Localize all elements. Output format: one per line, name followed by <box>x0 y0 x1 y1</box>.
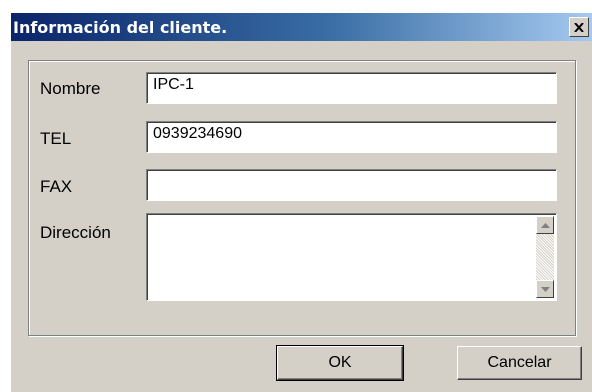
tel-field[interactable]: 0939234690 <box>146 121 557 153</box>
triangle-down-icon <box>540 286 550 292</box>
scroll-down-button[interactable] <box>536 280 554 298</box>
close-button[interactable] <box>569 17 589 37</box>
ok-button[interactable]: OK <box>276 345 404 381</box>
tel-label: TEL <box>40 129 72 148</box>
nombre-label: Nombre <box>40 79 101 98</box>
scroll-up-button[interactable] <box>536 216 554 234</box>
direccion-field[interactable] <box>146 213 557 301</box>
fax-field[interactable] <box>146 169 557 201</box>
dialog-title: Información del cliente. <box>13 18 228 37</box>
nombre-field[interactable]: IPC-1 <box>146 72 557 104</box>
triangle-up-icon <box>540 222 550 228</box>
title-bar: Información del cliente. <box>11 13 592 41</box>
fax-label: FAX <box>40 177 73 196</box>
direccion-scrollbar[interactable] <box>536 216 554 298</box>
client-info-dialog: Información del cliente. Nombre IPC-1 TE… <box>10 12 592 392</box>
close-icon <box>574 22 584 32</box>
cancel-button[interactable]: Cancelar <box>457 346 582 380</box>
direccion-label: Dirección <box>40 223 111 242</box>
